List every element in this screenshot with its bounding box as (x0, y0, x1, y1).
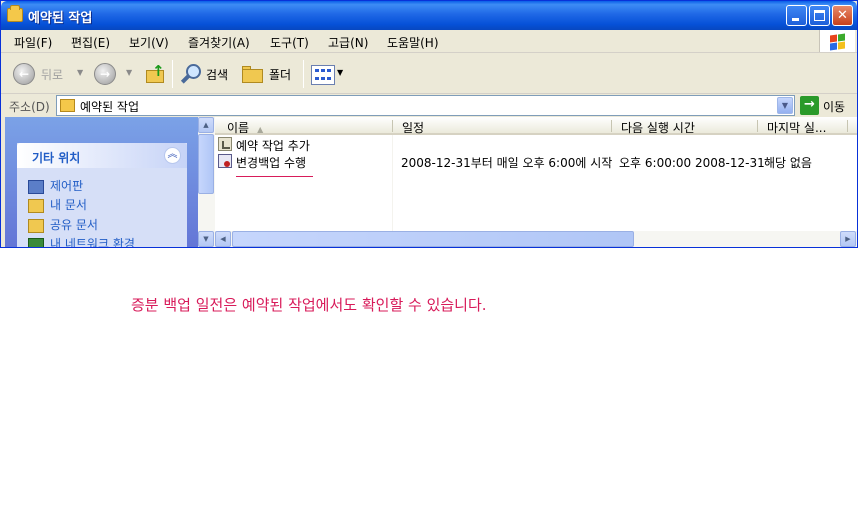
title-bar[interactable]: 예약된 작업 ✕ (1, 1, 857, 30)
back-button[interactable]: ← (13, 63, 35, 85)
scroll-left-icon[interactable]: ◀ (215, 231, 231, 247)
maximize-icon (814, 10, 825, 21)
maximize-button[interactable] (809, 5, 830, 26)
content-area: 기타 위치 ︽ 제어판 내 문서 공유 문서 내 네트워크 환경 ▲ ▼ 이름 … (1, 117, 857, 248)
close-button[interactable]: ✕ (832, 5, 853, 26)
views-icon[interactable] (311, 65, 335, 85)
scroll-down-icon[interactable]: ▼ (198, 231, 214, 247)
collapse-icon[interactable]: ︽ (164, 147, 181, 164)
scroll-right-icon[interactable]: ▶ (840, 231, 856, 247)
minimize-icon (792, 18, 799, 21)
task-last-run: 해당 없음 (764, 156, 812, 170)
menu-file[interactable]: 파일(F) (14, 34, 52, 51)
column-divider[interactable] (611, 120, 612, 132)
window-title: 예약된 작업 (28, 11, 93, 26)
address-bar: 주소(D) 예약된 작업 ▼ → 이동 (1, 95, 857, 117)
folder-body-shape (242, 69, 263, 83)
sidebar-item-shared-documents[interactable]: 공유 문서 (28, 216, 98, 233)
task-pane-scrollbar[interactable]: ▲ ▼ (198, 117, 215, 247)
menu-edit[interactable]: 편집(E) (71, 34, 110, 51)
toolbar-separator (303, 60, 304, 88)
column-header-last-run[interactable]: 마지막 실... (767, 119, 826, 135)
other-places-header[interactable]: 기타 위치 ︽ (17, 143, 187, 168)
address-value: 예약된 작업 (80, 100, 140, 114)
toolbar: ← 뒤로 ▼ → ▼ ↑ 검색 폴더 ▼ (1, 54, 857, 94)
sidebar-item-label: 공유 문서 (50, 218, 98, 232)
task-next-run: 오후 6:00:00 2008-12-31 (619, 156, 765, 170)
column-divider[interactable] (847, 120, 848, 132)
sidebar-item-label: 내 문서 (50, 198, 87, 212)
search-icon[interactable] (179, 63, 203, 87)
back-arrow-icon: ← (18, 67, 30, 81)
scroll-up-icon[interactable]: ▲ (198, 117, 214, 133)
task-name: 예약 작업 추가 (236, 139, 310, 153)
folders-icon[interactable] (241, 64, 265, 84)
menu-tools[interactable]: 도구(T) (270, 34, 309, 51)
forward-arrow-icon: → (99, 67, 111, 81)
task-name: 변경백업 수행 (236, 156, 307, 170)
column-header-name[interactable]: 이름 ▲ (227, 119, 263, 135)
column-label: 이름 (227, 121, 250, 135)
scheduled-task-icon (218, 154, 232, 168)
back-label: 뒤로 (41, 68, 64, 82)
minimize-button[interactable] (786, 5, 807, 26)
highlight-underline (236, 176, 313, 177)
task-list: 이름 ▲ 일정 다음 실행 시간 마지막 실... 예약 작업 추가 변경백업 수… (215, 117, 857, 247)
scrollbar-thumb[interactable] (198, 134, 214, 194)
go-button[interactable]: 이동 (823, 98, 845, 115)
menu-help[interactable]: 도움말(H) (387, 34, 439, 51)
table-row[interactable]: 변경백업 수행 2008-12-31부터 매일 오후 6:00에 시작 오후 6… (215, 153, 857, 170)
folder-icon (60, 99, 75, 112)
folders-button[interactable]: 폴더 (269, 66, 291, 83)
scrollbar-thumb[interactable] (232, 231, 634, 247)
task-pane: 기타 위치 ︽ 제어판 내 문서 공유 문서 내 네트워크 환경 (5, 117, 198, 248)
explorer-window: 예약된 작업 ✕ 파일(F) 편집(E) 보기(V) 즐겨찾기(A) 도구(T)… (0, 0, 858, 248)
windows-logo-icon (819, 30, 855, 52)
column-divider[interactable] (392, 120, 393, 132)
forward-dropdown-icon[interactable]: ▼ (126, 68, 132, 77)
sidebar-item-control-panel[interactable]: 제어판 (28, 177, 83, 194)
go-arrow-icon[interactable]: → (800, 96, 819, 115)
my-documents-icon (28, 198, 44, 213)
horizontal-scrollbar[interactable]: ◀ ▶ (215, 231, 857, 247)
table-row[interactable]: 예약 작업 추가 (215, 136, 857, 153)
sidebar-item-network-places[interactable]: 내 네트워크 환경 (28, 235, 135, 248)
column-header-next-run[interactable]: 다음 실행 시간 (621, 119, 695, 135)
sidebar-item-label: 내 네트워크 환경 (50, 237, 135, 248)
task-schedule: 2008-12-31부터 매일 오후 6:00에 시작 (401, 156, 613, 170)
shared-folder-icon (28, 218, 44, 233)
search-button[interactable]: 검색 (206, 66, 228, 83)
up-arrow-icon: ↑ (152, 62, 165, 80)
address-input[interactable]: 예약된 작업 ▼ (56, 95, 795, 116)
forward-button[interactable]: → (94, 63, 116, 85)
control-panel-icon (28, 179, 44, 194)
menu-favorites[interactable]: 즐겨찾기(A) (188, 34, 250, 51)
close-icon: ✕ (837, 8, 848, 23)
menu-bar: 파일(F) 편집(E) 보기(V) 즐겨찾기(A) 도구(T) 고급(N) 도움… (1, 30, 857, 53)
views-dropdown-icon[interactable]: ▼ (337, 68, 343, 77)
menu-advanced[interactable]: 고급(N) (328, 34, 368, 51)
sidebar-item-my-documents[interactable]: 내 문서 (28, 196, 87, 213)
menu-view[interactable]: 보기(V) (129, 34, 169, 51)
other-places-panel: 기타 위치 ︽ 제어판 내 문서 공유 문서 내 네트워크 환경 (17, 143, 187, 248)
folder-icon (7, 5, 23, 22)
toolbar-separator (172, 60, 173, 88)
handle-shape (180, 74, 191, 84)
column-headers: 이름 ▲ 일정 다음 실행 시간 마지막 실... (215, 117, 857, 135)
other-places-title: 기타 위치 (32, 151, 81, 165)
network-icon (28, 237, 44, 247)
sort-ascending-icon: ▲ (257, 125, 264, 134)
up-folder-button[interactable]: ↑ (144, 62, 166, 84)
caption-text: 증분 백업 일전은 예약된 작업에서도 확인할 수 있습니다. (131, 296, 487, 314)
chevron-down-icon[interactable]: ▼ (777, 97, 793, 114)
sidebar-item-label: 제어판 (50, 179, 84, 193)
address-label: 주소(D) (9, 100, 50, 114)
column-header-schedule[interactable]: 일정 (402, 119, 424, 135)
back-dropdown-icon[interactable]: ▼ (77, 68, 83, 77)
add-task-icon (218, 137, 232, 151)
column-divider[interactable] (757, 120, 758, 132)
